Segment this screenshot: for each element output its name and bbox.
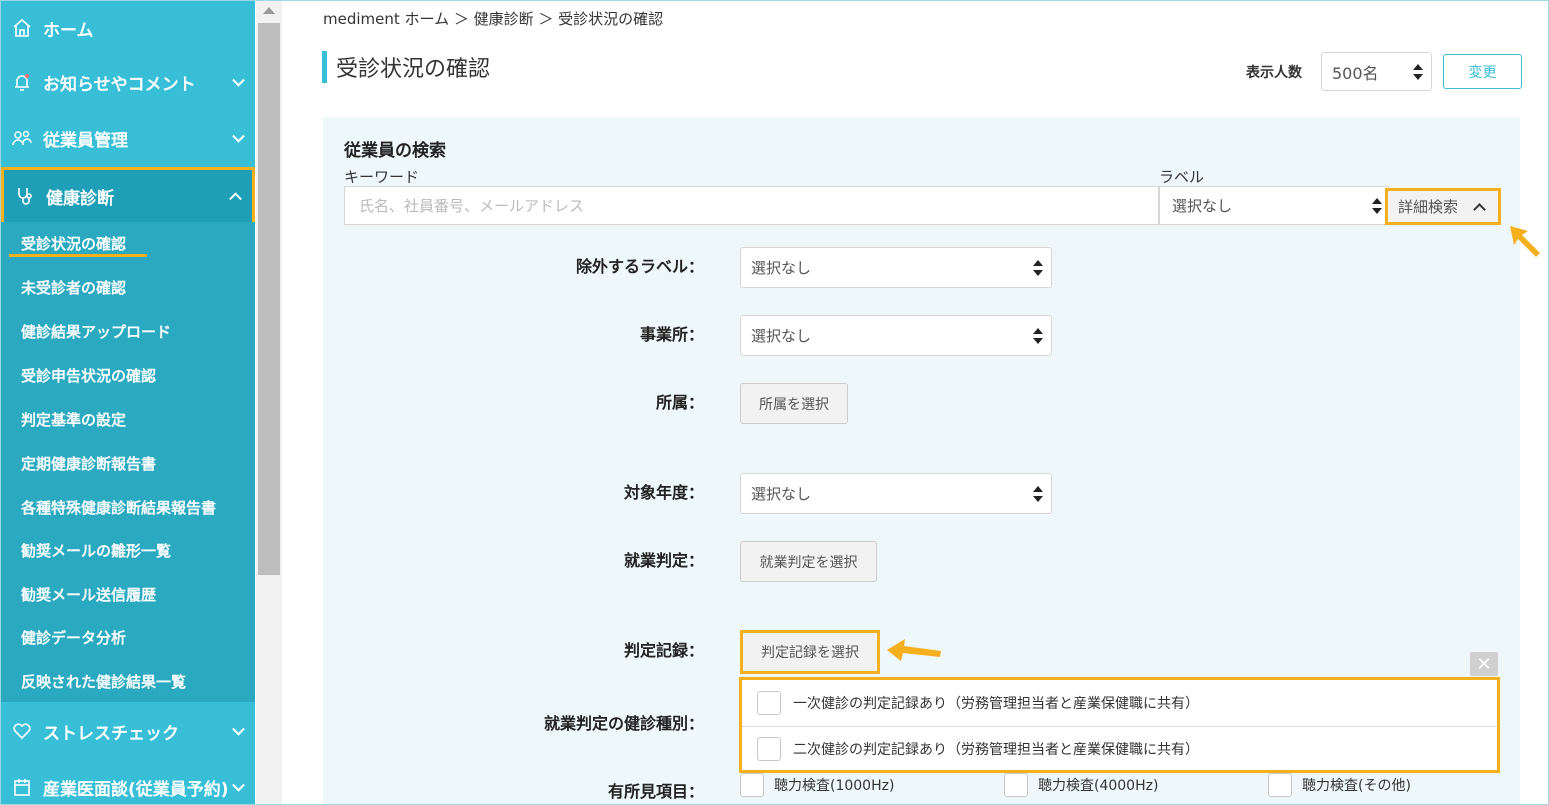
finding-option[interactable]: 聴力検査(その他)	[1268, 773, 1411, 797]
select-arrows-icon	[1372, 197, 1382, 214]
department-select-button[interactable]: 所属を選択	[740, 383, 848, 424]
finding-option-label: 聴力検査(4000Hz)	[1038, 778, 1159, 794]
checkbox[interactable]	[757, 690, 781, 715]
chevron-down-icon	[232, 778, 245, 792]
select-arrows-icon	[1033, 485, 1043, 502]
sidebar-subitem-reflected-results[interactable]: 反映された健診結果一覧	[21, 671, 186, 692]
sidebar-item-health-check[interactable]: 健康診断	[1, 167, 255, 225]
sidebar-item-notices[interactable]: お知らせやコメント	[1, 55, 255, 109]
home-icon	[11, 17, 33, 39]
exclude-label-select[interactable]: 選択なし	[740, 247, 1052, 288]
chevron-down-icon	[232, 129, 245, 143]
sidebar-item-label: ホーム	[43, 20, 94, 41]
sidebar-item-interview[interactable]: 産業医面談(従業員予約)	[1, 760, 255, 804]
display-count-value: 500名	[1332, 63, 1379, 83]
pointer-arrow-icon	[887, 639, 941, 661]
sidebar-subitem-declaration-status[interactable]: 受診申告状況の確認	[21, 365, 156, 386]
sidebar-item-label: 従業員管理	[43, 130, 128, 151]
bell-icon	[11, 71, 33, 93]
office-label: 事業所：	[639, 325, 704, 344]
title-accent-bar	[322, 51, 327, 83]
sidebar: ホーム お知らせやコメント 従業員管理 健康診断 受診状況の確認 未受診者の確認…	[1, 1, 255, 804]
select-arrows-icon	[1033, 259, 1043, 276]
change-button[interactable]: 変更	[1443, 54, 1522, 89]
stethoscope-icon	[14, 185, 36, 207]
chevron-up-icon	[229, 192, 242, 206]
sidebar-subitem-mail-history[interactable]: 勧奨メール送信履歴	[21, 584, 156, 605]
findings-label: 有所見項目：	[607, 782, 704, 801]
checkbox[interactable]	[1004, 773, 1028, 797]
search-section-title: 従業員の検索	[344, 141, 446, 161]
judgment-record-option[interactable]: 二次健診の判定記録あり（労務管理担当者と産業保健職に共有）	[742, 726, 1497, 771]
checkbox[interactable]	[1268, 773, 1292, 797]
sidebar-scrollbar[interactable]	[256, 1, 282, 804]
pointer-arrow-icon	[1510, 226, 1540, 257]
finding-option-label: 聴力検査(1000Hz)	[774, 778, 895, 794]
sidebar-subitem-exam-status[interactable]: 受診状況の確認	[21, 233, 126, 254]
label-filter-label: ラベル	[1159, 168, 1205, 186]
keyword-label: キーワード	[344, 168, 420, 186]
advanced-search-label: 詳細検索	[1398, 198, 1459, 216]
advanced-search-button[interactable]: 詳細検索	[1385, 188, 1501, 225]
department-label: 所属：	[655, 393, 704, 412]
judgment-record-label: 判定記録：	[623, 641, 704, 660]
option-label: 二次健診の判定記録あり（労務管理担当者と産業保健職に共有）	[793, 742, 1199, 758]
sidebar-item-label: ストレスチェック	[43, 723, 179, 744]
checkbox[interactable]	[757, 737, 781, 761]
office-value: 選択なし	[751, 327, 812, 345]
sidebar-item-label: 健康診断	[46, 188, 114, 209]
breadcrumb[interactable]: mediment ホーム ＞ 健康診断 ＞ 受診状況の確認	[323, 8, 663, 29]
judgment-record-dropdown: 一次健診の判定記録あり（労務管理担当者と産業保健職に共有） 二次健診の判定記録あ…	[739, 677, 1500, 773]
sidebar-item-home[interactable]: ホーム	[1, 1, 255, 55]
finding-option-label: 聴力検査(その他)	[1302, 778, 1411, 794]
sidebar-item-label: お知らせやコメント	[43, 74, 196, 95]
display-count-label: 表示人数	[1246, 65, 1302, 81]
label-select-value: 選択なし	[1172, 197, 1233, 215]
select-arrows-icon	[1033, 327, 1043, 344]
exclude-label-label: 除外するラベル：	[575, 257, 704, 276]
heart-icon	[11, 720, 33, 742]
work-judgment-select-button[interactable]: 就業判定を選択	[740, 541, 877, 582]
chevron-up-icon	[1473, 203, 1486, 216]
sidebar-subitem-data-analysis[interactable]: 健診データ分析	[21, 627, 126, 648]
judgment-record-select-button[interactable]: 判定記録を選択	[740, 630, 880, 674]
label-select[interactable]: 選択なし	[1159, 186, 1389, 225]
close-icon[interactable]: ✕	[1470, 652, 1498, 676]
calendar-icon	[11, 776, 33, 798]
sidebar-subitem-special-report[interactable]: 各種特殊健康診断結果報告書	[21, 497, 216, 518]
sidebar-item-stress-check[interactable]: ストレスチェック	[1, 704, 255, 758]
sidebar-subitem-mail-templates[interactable]: 勧奨メールの雛形一覧	[21, 540, 171, 561]
target-year-value: 選択なし	[751, 485, 812, 503]
sidebar-subitem-unexamined[interactable]: 未受診者の確認	[21, 277, 126, 298]
sidebar-item-employees[interactable]: 従業員管理	[1, 111, 255, 165]
sidebar-item-label: 産業医面談(従業員予約)	[43, 779, 229, 800]
finding-option[interactable]: 聴力検査(1000Hz)	[740, 773, 894, 797]
sidebar-subitem-result-upload[interactable]: 健診結果アップロード	[21, 321, 171, 342]
sidebar-subitem-regular-report[interactable]: 定期健康診断報告書	[21, 453, 156, 474]
office-select[interactable]: 選択なし	[740, 315, 1052, 356]
judgment-record-option[interactable]: 一次健診の判定記録あり（労務管理担当者と産業保健職に共有）	[742, 680, 1497, 725]
target-year-label: 対象年度：	[623, 483, 704, 502]
scroll-up-arrow-icon[interactable]	[263, 7, 275, 14]
work-judgment-type-label: 就業判定の健診種別：	[543, 714, 704, 733]
option-label: 一次健診の判定記録あり（労務管理担当者と産業保健職に共有）	[793, 695, 1199, 712]
display-count-select[interactable]: 500名	[1321, 52, 1432, 91]
sidebar-subitem-criteria-settings[interactable]: 判定基準の設定	[21, 409, 126, 430]
exclude-label-value: 選択なし	[751, 259, 812, 277]
scrollbar-thumb[interactable]	[258, 23, 280, 575]
select-arrows-icon	[1413, 63, 1423, 80]
finding-option[interactable]: 聴力検査(4000Hz)	[1004, 773, 1158, 797]
active-underline	[9, 254, 147, 257]
keyword-input[interactable]: 氏名、社員番号、メールアドレス	[344, 186, 1159, 225]
checkbox[interactable]	[740, 773, 764, 797]
page-title: 受診状況の確認	[336, 57, 491, 82]
chevron-down-icon	[232, 73, 245, 87]
chevron-down-icon	[232, 722, 245, 736]
target-year-select[interactable]: 選択なし	[740, 473, 1052, 514]
work-judgment-label: 就業判定：	[623, 551, 704, 570]
users-icon	[11, 127, 33, 149]
